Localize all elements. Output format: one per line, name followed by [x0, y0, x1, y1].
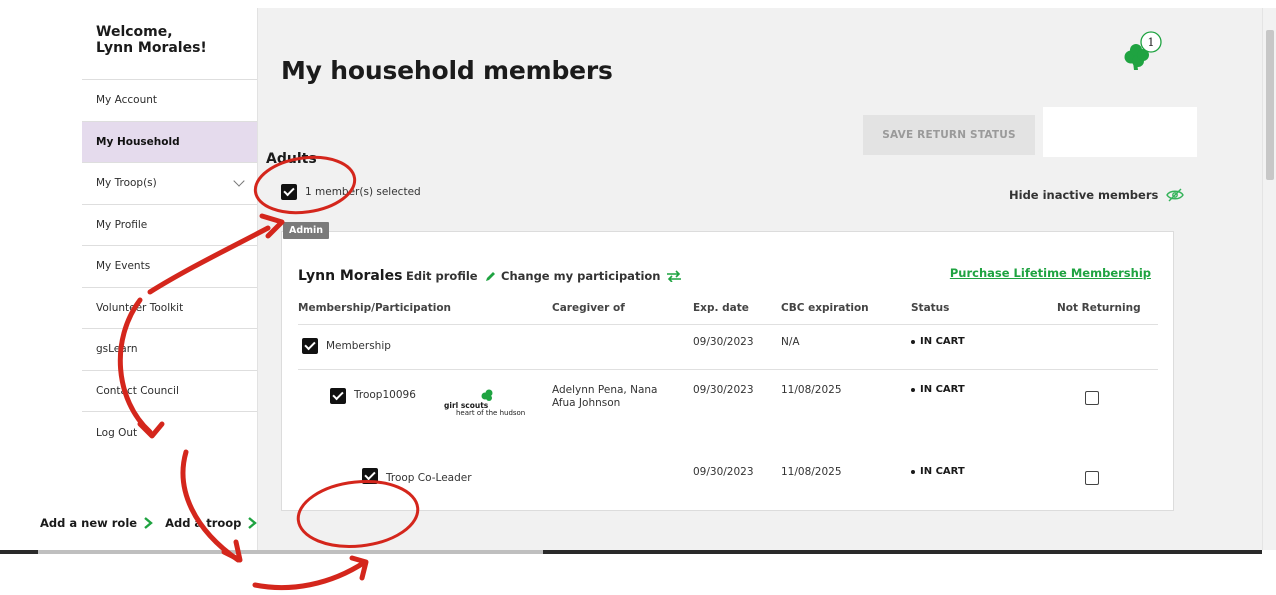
sidebar-item-my-household[interactable]: My Household: [82, 121, 257, 163]
pencil-icon: [485, 272, 495, 281]
sidebar-item-label: My Household: [96, 135, 180, 148]
member-card: Lynn Morales Edit profile Change my part…: [281, 231, 1174, 511]
col-header-status: Status: [911, 302, 950, 314]
status-badge: IN CART: [911, 384, 965, 395]
caregiver-of: Adelynn Pena, Nana Afua Johnson: [552, 384, 657, 410]
col-header-membership: Membership/Participation: [298, 302, 452, 314]
adults-heading: Adults: [266, 151, 317, 167]
caregiver-line-1: Adelynn Pena, Nana: [552, 384, 658, 396]
sidebar-item-volunteer-toolkit[interactable]: Volunteer Toolkit: [82, 288, 257, 329]
sidebar-item-my-profile[interactable]: My Profile: [82, 205, 257, 246]
sidebar-item-label: My Profile: [96, 218, 148, 231]
not-returning-checkbox[interactable]: [1085, 471, 1099, 485]
chevron-right-icon: [144, 517, 153, 529]
eye-slash-icon: [1166, 188, 1185, 202]
page-title: My household members: [281, 56, 613, 85]
status-dot: [911, 387, 915, 392]
status-text: IN CART: [920, 466, 965, 477]
cbc-expiration: 11/08/2025: [781, 384, 842, 396]
sidebar-item-my-events[interactable]: My Events: [82, 246, 257, 288]
add-new-role-label: Add a new role: [40, 516, 138, 530]
sidebar-item-my-account[interactable]: My Account: [82, 80, 257, 122]
row-divider: [298, 369, 1158, 370]
col-header-caregiver: Caregiver of: [552, 302, 625, 314]
welcome-message: Welcome, Lynn Morales!: [82, 8, 257, 80]
sidebar-item-contact-council[interactable]: Contact Council: [82, 371, 257, 412]
add-new-role-link[interactable]: Add a new role: [40, 516, 153, 530]
browser-bottom-bar: [0, 550, 1262, 554]
welcome-line-2: Lynn Morales!: [96, 40, 207, 56]
sidebar-item-label: Log Out: [96, 426, 138, 439]
row-label: Membership: [326, 340, 391, 352]
chevron-right-icon: [248, 517, 258, 529]
trefoil-notification-icon[interactable]: 1: [1121, 30, 1165, 74]
edit-profile-label: Edit profile: [406, 269, 478, 283]
cbc-expiration: N/A: [781, 336, 800, 348]
purchase-lifetime-membership-link[interactable]: Purchase Lifetime Membership: [950, 266, 1151, 280]
status-badge: IN CART: [911, 466, 965, 477]
sidebar-item-label: gsLearn: [96, 343, 138, 356]
notification-count: 1: [1148, 36, 1155, 49]
council-logo-line-2: heart of the hudson: [456, 409, 526, 417]
council-logo: girl scouts heart of the hudson: [444, 388, 534, 420]
header-divider: [298, 324, 1158, 325]
sidebar-item-label: My Account: [96, 94, 158, 107]
main-content: My household members 1 SAVE RETURN STATU…: [259, 8, 1262, 550]
browser-frame: Welcome, Lynn Morales! My Account My Hou…: [0, 0, 1276, 595]
sidebar-item-log-out[interactable]: Log Out: [82, 412, 257, 454]
status-text: IN CART: [920, 336, 965, 347]
admin-badge: Admin: [283, 222, 330, 239]
status-badge: IN CART: [911, 336, 965, 347]
row-label: Troop10096: [354, 389, 416, 401]
not-returning-checkbox[interactable]: [1085, 391, 1099, 405]
sidebar-item-label: My Events: [96, 260, 151, 273]
sidebar-item-my-troops[interactable]: My Troop(s): [82, 163, 257, 205]
sidebar-item-label: Volunteer Toolkit: [96, 301, 184, 314]
add-troop-link[interactable]: Add a troop: [165, 516, 258, 530]
cbc-expiration: 11/08/2025: [781, 466, 842, 478]
row-checkbox-membership[interactable]: [302, 338, 318, 354]
exp-date: 09/30/2023: [693, 384, 754, 396]
save-return-status-button[interactable]: SAVE RETURN STATUS: [863, 115, 1035, 155]
edit-profile-link[interactable]: Edit profile: [406, 269, 497, 283]
exp-date: 09/30/2023: [693, 466, 754, 478]
change-participation-label: Change my participation: [501, 269, 661, 283]
row-label: Troop Co-Leader: [386, 472, 472, 484]
sidebar-item-gslearn[interactable]: gsLearn: [82, 329, 257, 371]
vertical-scrollbar[interactable]: [1262, 8, 1276, 550]
horizontal-scroll-track: [38, 550, 543, 554]
sidebar-item-label: Contact Council: [96, 384, 179, 397]
status-dot: [911, 469, 915, 474]
annotation-arrowhead-4: [349, 555, 369, 581]
row-checkbox-troop[interactable]: [330, 388, 346, 404]
status-dot: [911, 339, 915, 344]
member-actions: Add a new role Add a troop: [40, 516, 258, 530]
blank-panel: [1043, 107, 1197, 157]
hide-inactive-toggle[interactable]: Hide inactive members: [1009, 188, 1185, 202]
exp-date: 09/30/2023: [693, 336, 754, 348]
col-header-not-returning: Not Returning: [1057, 302, 1141, 314]
hide-inactive-label: Hide inactive members: [1009, 188, 1159, 202]
selection-row: 1 member(s) selected: [281, 184, 421, 200]
status-text: IN CART: [920, 384, 965, 395]
col-header-cbc-expiration: CBC expiration: [781, 302, 869, 314]
welcome-line-1: Welcome,: [96, 24, 173, 40]
scrollbar-thumb[interactable]: [1266, 30, 1274, 180]
chevron-down-icon: [233, 175, 245, 187]
swap-arrows-icon: [667, 270, 682, 282]
col-header-exp-date: Exp. date: [693, 302, 749, 314]
sidebar: Welcome, Lynn Morales! My Account My Hou…: [82, 8, 258, 550]
add-troop-label: Add a troop: [165, 516, 242, 530]
member-name: Lynn Morales: [298, 268, 403, 284]
row-checkbox-co-leader[interactable]: [362, 468, 378, 484]
caregiver-line-2: Afua Johnson: [552, 397, 621, 409]
trefoil-icon: [481, 389, 493, 401]
change-participation-link[interactable]: Change my participation: [501, 269, 682, 283]
annotation-arrow-4: [252, 559, 368, 591]
select-all-checkbox[interactable]: [281, 184, 297, 200]
selected-count: 1 member(s) selected: [305, 186, 421, 198]
sidebar-item-label: My Troop(s): [96, 177, 157, 190]
